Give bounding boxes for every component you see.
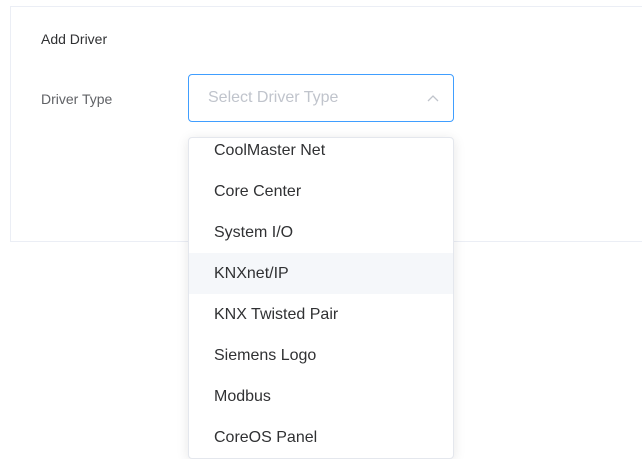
driver-type-select[interactable]: Select Driver Type (188, 74, 454, 122)
option-modbus[interactable]: Modbus (189, 376, 453, 417)
select-placeholder: Select Driver Type (208, 89, 339, 106)
option-list: CoolMaster Net Core Center System I/O KN… (189, 138, 453, 458)
option-siemens-logo[interactable]: Siemens Logo (189, 335, 453, 376)
option-knxnet-ip[interactable]: KNXnet/IP (189, 253, 453, 294)
driver-type-label: Driver Type (41, 91, 113, 107)
driver-type-dropdown: CoolMaster Net Core Center System I/O KN… (188, 137, 454, 459)
option-core-center[interactable]: Core Center (189, 171, 453, 212)
option-knx-twisted-pair[interactable]: KNX Twisted Pair (189, 294, 453, 335)
option-coolmaster-net[interactable]: CoolMaster Net (189, 138, 453, 171)
chevron-up-icon (427, 95, 439, 102)
option-system-io[interactable]: System I/O (189, 212, 453, 253)
card-title: Add Driver (41, 31, 108, 47)
option-coreos-panel[interactable]: CoreOS Panel (189, 417, 453, 458)
